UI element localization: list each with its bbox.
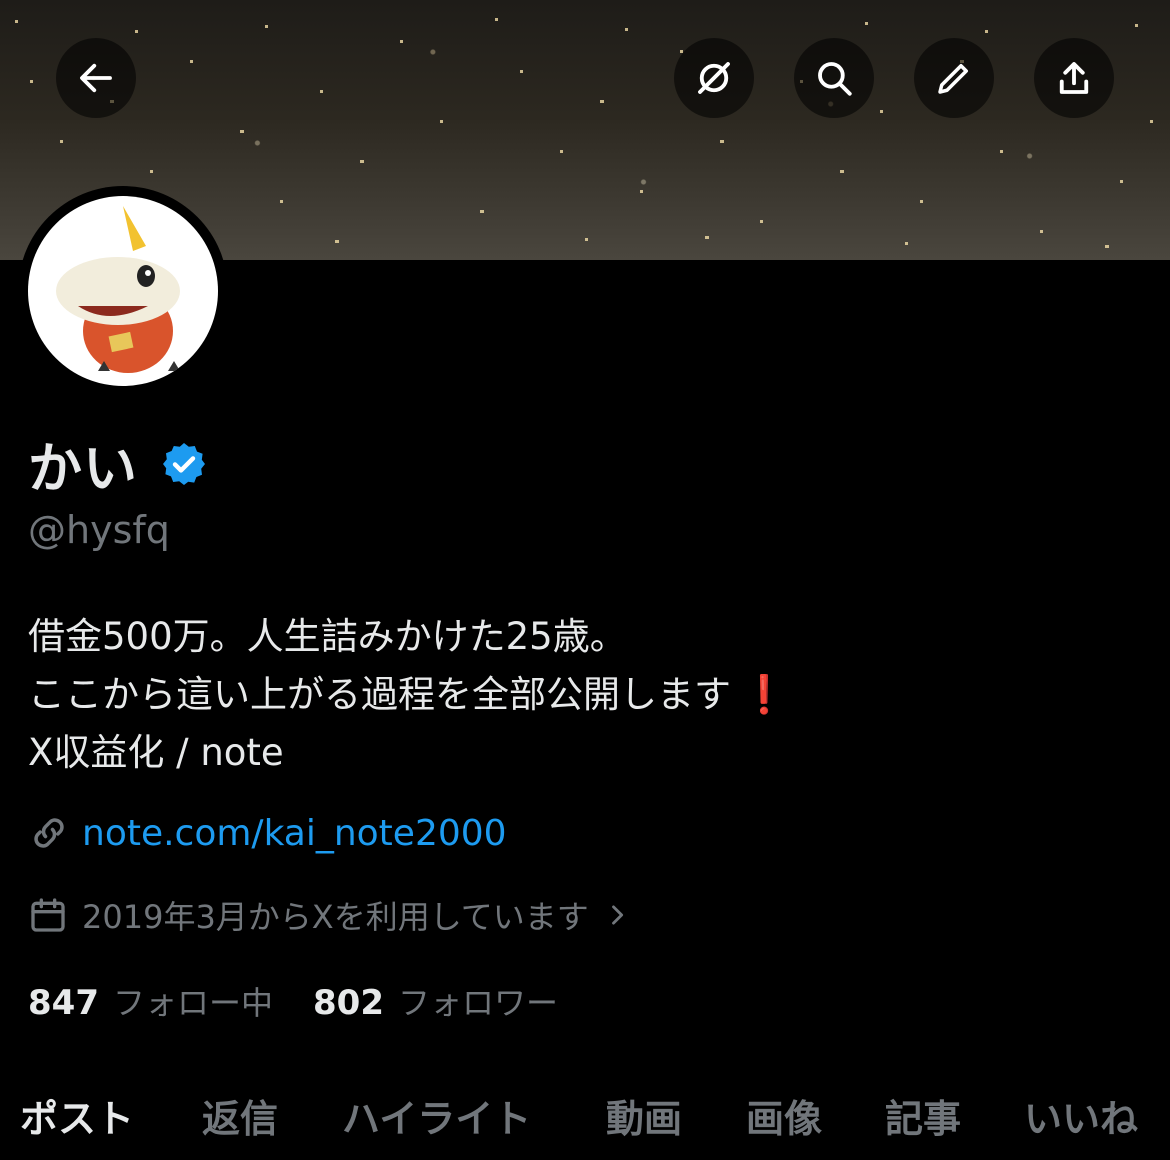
verified-badge-icon[interactable]	[160, 440, 208, 488]
search-icon	[818, 62, 852, 96]
back-button[interactable]	[56, 38, 136, 118]
tab-likes[interactable]: いいね	[1024, 1088, 1138, 1143]
share-upload-icon	[1059, 62, 1089, 94]
followers-count: 802	[313, 983, 384, 1023]
chevron-right-icon	[611, 905, 623, 925]
bio-line: X収益化 / note	[28, 731, 284, 774]
bio: 借金500万。人生詰みかけた25歳。 ここから這い上がる過程を全部公開します ❗ …	[28, 608, 787, 782]
exclamation-emoji: ❗	[741, 673, 788, 716]
edit-button[interactable]	[914, 38, 994, 118]
bio-line: ここから這い上がる過程を全部公開します ❗	[28, 666, 787, 724]
link-icon	[34, 818, 64, 848]
share-button[interactable]	[1034, 38, 1114, 118]
grok-button[interactable]	[674, 38, 754, 118]
tab-articles[interactable]: 記事	[885, 1088, 961, 1143]
calendar-icon	[31, 898, 65, 932]
tab-replies[interactable]: 返信	[202, 1088, 278, 1143]
website-link[interactable]: note.com/kai_note2000	[82, 813, 507, 854]
avatar[interactable]	[18, 186, 228, 396]
following-count: 847	[28, 983, 99, 1023]
name-row: かい	[28, 424, 208, 503]
search-button[interactable]	[794, 38, 874, 118]
bio-line-text: ここから這い上がる過程を全部公開します	[28, 673, 731, 716]
followers-label: フォロワー	[397, 984, 558, 1022]
following-stat[interactable]: 847 フォロー中	[28, 978, 273, 1024]
tab-images[interactable]: 画像	[746, 1088, 822, 1143]
joined-date: 2019年3月からXを利用しています	[82, 898, 589, 936]
followers-stat[interactable]: 802 フォロワー	[313, 978, 558, 1024]
tab-videos[interactable]: 動画	[606, 1088, 682, 1143]
tab-posts[interactable]: ポスト	[20, 1088, 134, 1143]
profile-tabs: ポスト 返信 ハイライト 動画 画像 記事 いいね	[0, 1080, 1170, 1160]
handle: @hysfq	[28, 508, 170, 552]
follow-stats: 847 フォロー中 802 フォロワー	[28, 978, 598, 1024]
pencil-icon	[938, 64, 968, 94]
joined-date-row[interactable]: 2019年3月からXを利用しています	[28, 892, 631, 938]
following-label: フォロー中	[112, 984, 273, 1022]
arrow-left-icon	[80, 63, 112, 93]
grok-slash-icon	[698, 62, 730, 94]
display-name: かい	[28, 437, 138, 500]
website-link-row: note.com/kai_note2000	[28, 812, 507, 854]
bio-line: 借金500万。人生詰みかけた25歳。	[28, 615, 627, 658]
tab-highlights[interactable]: ハイライト	[342, 1088, 531, 1143]
avatar-character-illustration	[56, 206, 180, 373]
avatar-image	[28, 196, 218, 386]
